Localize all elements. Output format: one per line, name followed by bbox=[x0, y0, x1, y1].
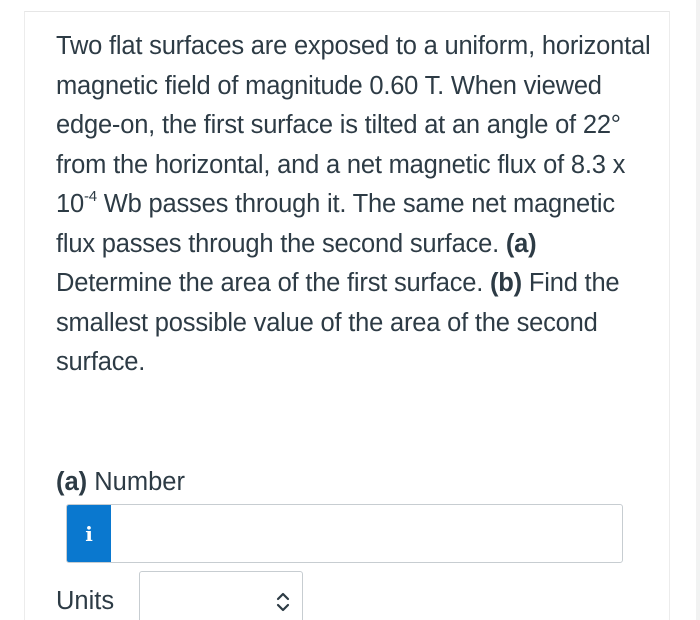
answer-a-number-label: Number bbox=[87, 468, 185, 496]
question-text: Two flat surfaces are exposed to a unifo… bbox=[56, 27, 656, 383]
chevron-up-down-icon bbox=[276, 592, 290, 612]
number-field: i bbox=[66, 504, 623, 563]
number-input[interactable] bbox=[111, 505, 622, 562]
info-icon[interactable]: i bbox=[67, 505, 111, 562]
part-a-marker: (a) bbox=[505, 229, 537, 258]
part-b-marker: (b) bbox=[490, 269, 522, 297]
info-icon-glyph: i bbox=[85, 521, 93, 546]
answer-a-label: (a) Number bbox=[56, 463, 185, 502]
flux-exponent: -4 bbox=[83, 187, 97, 205]
units-select[interactable] bbox=[139, 571, 303, 620]
answer-a-marker: (a) bbox=[56, 468, 88, 496]
part-a-text: Determine the area of the first surface. bbox=[56, 269, 491, 297]
scroll-edge bbox=[696, 0, 700, 620]
units-label: Units bbox=[56, 587, 115, 615]
